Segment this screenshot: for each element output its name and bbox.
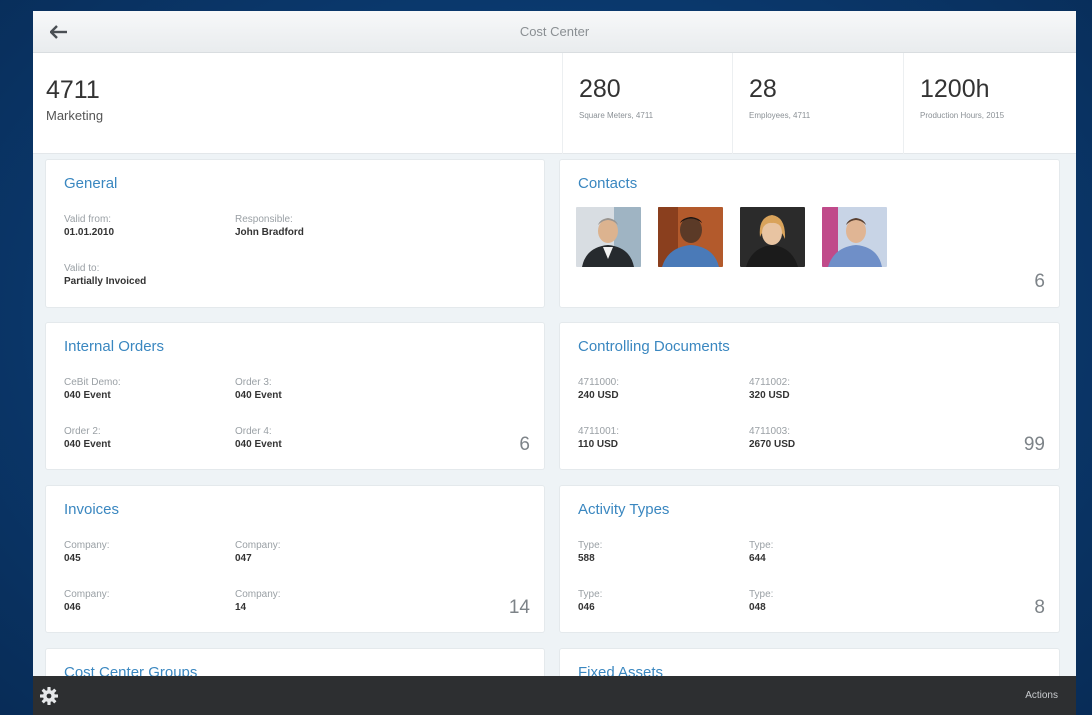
field-value: 046 bbox=[578, 602, 595, 613]
kpi-value: 280 bbox=[579, 75, 621, 103]
avatar[interactable] bbox=[740, 207, 805, 267]
field-label: Order 3: bbox=[235, 377, 272, 388]
avatar[interactable] bbox=[658, 207, 723, 267]
field-value: 320 USD bbox=[749, 390, 790, 401]
list-item: Company: 045 bbox=[64, 539, 110, 566]
kpi-square-meters[interactable]: 280 Square Meters, 4711 bbox=[562, 53, 732, 154]
field-valid-from: Valid from: 01.01.2010 bbox=[64, 213, 114, 240]
card-activity-types[interactable]: Activity Types Type: 588 Type: 644 Type:… bbox=[560, 486, 1059, 632]
list-item: Type: 644 bbox=[749, 539, 773, 566]
list-item: 4711000: 240 USD bbox=[578, 376, 619, 403]
list-item: CeBit Demo: 040 Event bbox=[64, 376, 121, 403]
bottom-toolbar: Actions bbox=[33, 676, 1076, 715]
app-window: Cost Center 4711 Marketing 280 Square Me… bbox=[33, 11, 1076, 715]
field-label: Responsible: bbox=[235, 214, 293, 225]
field-label: 4711000: bbox=[578, 377, 619, 388]
list-item: 4711003: 2670 USD bbox=[749, 425, 795, 452]
activity-types-count: 8 bbox=[1034, 597, 1045, 618]
card-title: Activity Types bbox=[578, 501, 670, 518]
field-value: 01.01.2010 bbox=[64, 227, 115, 238]
field-label: Type: bbox=[578, 589, 603, 600]
card-title: Controlling Documents bbox=[578, 338, 730, 355]
card-title: General bbox=[64, 175, 118, 192]
kpi-label: Square Meters, 4711 bbox=[579, 111, 654, 120]
avatar[interactable] bbox=[576, 207, 641, 267]
card-title: Internal Orders bbox=[64, 338, 165, 355]
card-contacts[interactable]: Contacts 6 bbox=[560, 160, 1059, 307]
card-internal-orders[interactable]: Internal Orders CeBit Demo: 040 Event Or… bbox=[46, 323, 544, 469]
field-value: 040 Event bbox=[235, 390, 282, 401]
kpi-employees[interactable]: 28 Employees, 4711 bbox=[732, 53, 903, 154]
list-item: Company: 046 bbox=[64, 588, 110, 615]
field-value: 14 bbox=[235, 602, 247, 613]
field-value: Partially Invoiced bbox=[64, 276, 147, 287]
list-item: Company: 14 bbox=[235, 588, 281, 615]
field-value: 040 Event bbox=[235, 439, 282, 450]
field-value: 240 USD bbox=[578, 390, 619, 401]
settings-button[interactable] bbox=[39, 686, 59, 706]
list-item: 4711002: 320 USD bbox=[749, 376, 790, 403]
card-title: Contacts bbox=[578, 175, 638, 192]
field-label: Order 2: bbox=[64, 426, 101, 437]
card-controlling-documents[interactable]: Controlling Documents 4711000: 240 USD 4… bbox=[560, 323, 1059, 469]
field-value: 588 bbox=[578, 553, 595, 564]
field-label: Company: bbox=[64, 589, 110, 600]
field-value: 047 bbox=[235, 553, 252, 564]
field-value: 110 USD bbox=[578, 439, 619, 450]
list-item: Order 4: 040 Event bbox=[235, 425, 282, 452]
contacts-count: 6 bbox=[1034, 271, 1045, 292]
field-label: Company: bbox=[235, 589, 281, 600]
invoices-count: 14 bbox=[508, 597, 530, 618]
kpi-value: 1200h bbox=[920, 75, 990, 103]
list-item: Order 3: 040 Event bbox=[235, 376, 282, 403]
kpi-production-hours[interactable]: 1200h Production Hours, 2015 bbox=[903, 53, 1076, 154]
gear-icon bbox=[40, 687, 58, 705]
object-name: Marketing bbox=[46, 108, 104, 123]
list-item: Type: 048 bbox=[749, 588, 773, 615]
field-value: 040 Event bbox=[64, 390, 111, 401]
field-label: Type: bbox=[749, 589, 774, 600]
avatar[interactable] bbox=[822, 207, 887, 267]
field-value: 2670 USD bbox=[749, 439, 796, 450]
field-label: Company: bbox=[64, 540, 110, 551]
kpi-value: 28 bbox=[749, 75, 777, 103]
contact-avatars bbox=[576, 207, 887, 267]
object-id: 4711 bbox=[46, 76, 100, 104]
field-value: 644 bbox=[749, 553, 766, 564]
field-label: 4711003: bbox=[749, 426, 790, 437]
list-item: Type: 046 bbox=[578, 588, 602, 615]
field-label: 4711001: bbox=[578, 426, 619, 437]
list-item: Type: 588 bbox=[578, 539, 602, 566]
actions-button[interactable]: Actions bbox=[1025, 690, 1058, 701]
card-invoices[interactable]: Invoices Company: 045 Company: 047 Compa… bbox=[46, 486, 544, 632]
list-item: 4711001: 110 USD bbox=[578, 425, 619, 452]
field-label: 4711002: bbox=[749, 377, 790, 388]
field-label: CeBit Demo: bbox=[64, 377, 121, 388]
field-label: Order 4: bbox=[235, 426, 272, 437]
field-label: Valid to: bbox=[64, 263, 100, 274]
top-bar: Cost Center bbox=[33, 11, 1076, 53]
internal-orders-count: 6 bbox=[519, 434, 530, 455]
field-value: 040 Event bbox=[64, 439, 111, 450]
field-label: Valid from: bbox=[64, 214, 112, 225]
kpi-label: Employees, 4711 bbox=[749, 111, 811, 120]
page-title: Cost Center bbox=[519, 24, 590, 39]
field-label: Type: bbox=[749, 540, 774, 551]
object-header: 4711 Marketing 280 Square Meters, 4711 2… bbox=[33, 53, 1076, 154]
card-general[interactable]: General Valid from: 01.01.2010 Responsib… bbox=[46, 160, 544, 307]
card-title: Invoices bbox=[64, 501, 120, 518]
field-responsible: Responsible: John Bradford bbox=[235, 213, 304, 240]
field-value: 045 bbox=[64, 553, 81, 564]
field-label: Company: bbox=[235, 540, 281, 551]
field-value: John Bradford bbox=[235, 227, 304, 238]
field-valid-to: Valid to: Partially Invoiced bbox=[64, 262, 146, 289]
list-item: Company: 047 bbox=[235, 539, 281, 566]
field-value: 048 bbox=[749, 602, 766, 613]
controlling-documents-count: 99 bbox=[1023, 434, 1045, 455]
field-label: Type: bbox=[578, 540, 603, 551]
field-value: 046 bbox=[64, 602, 81, 613]
list-item: Order 2: 040 Event bbox=[64, 425, 111, 452]
kpi-label: Production Hours, 2015 bbox=[920, 111, 1005, 120]
